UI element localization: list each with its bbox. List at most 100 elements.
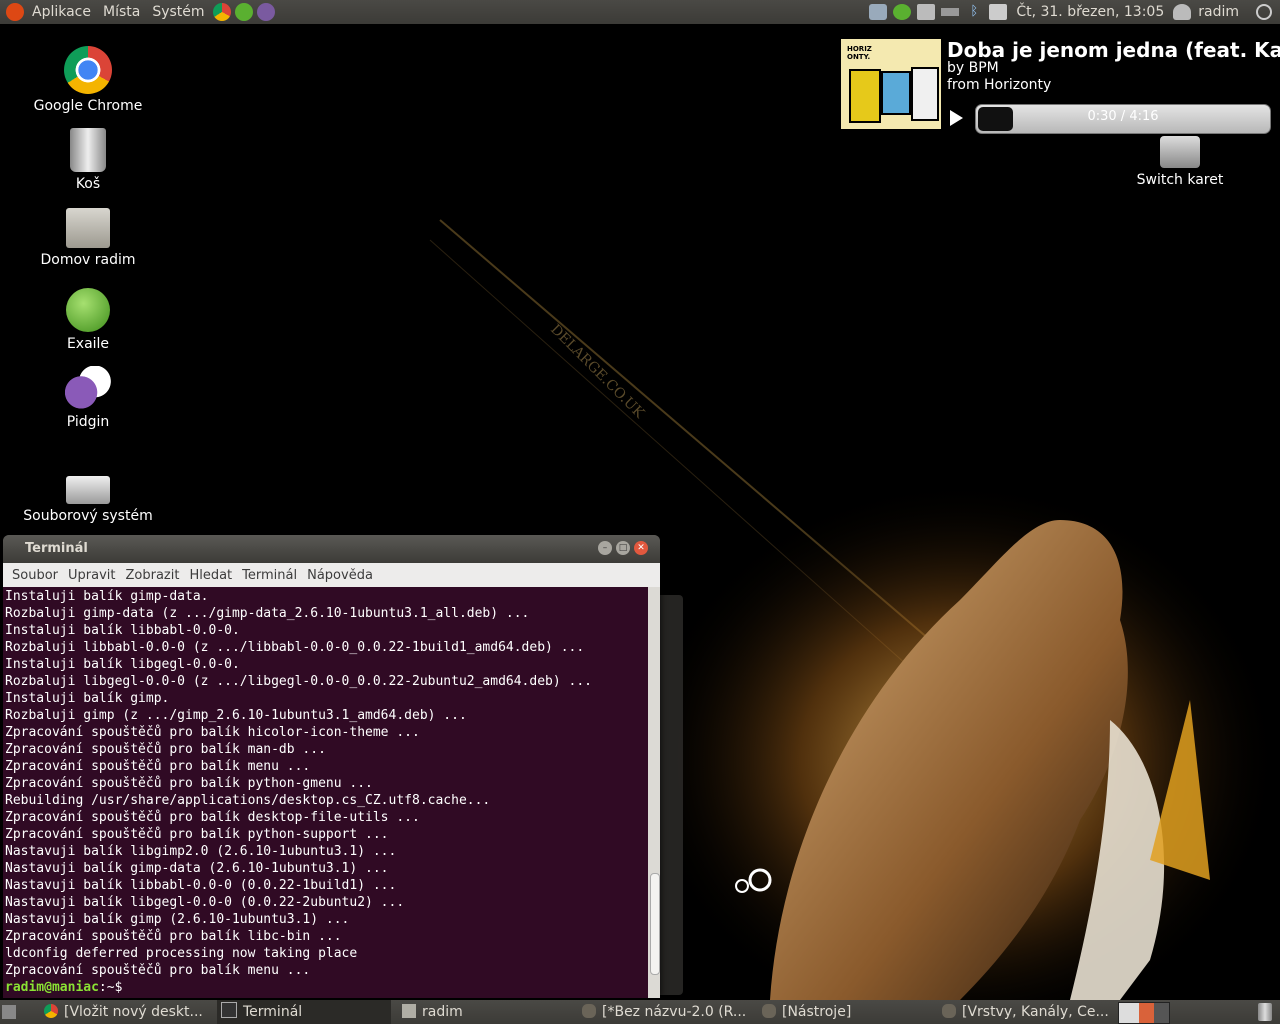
menu-applications[interactable]: Aplikace [26,0,97,24]
menu-edit[interactable]: Upravit [63,568,120,583]
desktop-icon-label: Google Chrome [33,98,143,114]
taskbar-item-label: radim [422,1004,463,1020]
terminal-line: Nastavuji balík gimp-data (2.6.10-1ubunt… [5,861,389,876]
desktop-icon-label: Pidgin [66,414,110,430]
gimp-icon [942,1004,956,1018]
terminal-line: Zpracování spouštěčů pro balík man-db ..… [5,742,326,757]
desktop-icon-filesystem[interactable]: Souborový systém [18,470,158,524]
terminal-output[interactable]: Instaluji balík gimp-data. Rozbaluji gimp… [3,587,648,998]
taskbar-item-chrome[interactable]: [Vložit nový deskt... [40,1000,215,1024]
terminal-icon [221,1002,237,1018]
terminal-titlebar[interactable]: Terminál – □ ✕ [3,535,660,563]
taskbar-item-label: Terminál [243,1004,303,1020]
show-desktop-icon[interactable] [2,1005,16,1019]
clock[interactable]: Čt, 31. březen, 13:05 [1010,4,1170,20]
drive-icon [66,476,110,504]
gimp-icon [762,1004,776,1018]
terminal-line: Nastavuji balík libgimp2.0 (2.6.10-1ubun… [5,844,397,859]
exaile-tray-icon[interactable] [893,4,912,20]
close-button[interactable]: ✕ [634,541,648,555]
terminal-line: Instaluji balík libbabl-0.0-0. [5,623,240,638]
menu-search[interactable]: Hledat [184,568,237,583]
taskbar-item-folder[interactable]: radim [398,1000,572,1024]
chrome-icon [64,46,112,94]
terminal-line: Instaluji balík gimp. [5,691,170,706]
terminal-menubar: Soubor Upravit Zobrazit Hledat Terminál … [3,563,660,587]
terminal-line: Zpracování spouštěčů pro balík python-su… [5,827,389,842]
terminal-line: Rozbaluji libbabl-0.0-0 (z .../libbabl-0… [5,640,585,655]
taskbar-item-gimp-image[interactable]: [*Bez názvu-2.0 (R... [578,1000,752,1024]
desktop-icon-switch-karet[interactable]: Switch karet [1110,136,1250,188]
desktop-icon-label: Koš [75,176,101,192]
desktop-icon-label: Switch karet [1136,172,1224,188]
terminal-line: Zpracování spouštěčů pro balík menu ... [5,759,311,774]
taskbar-item-gimp-tools[interactable]: [Nástroje] [758,1000,932,1024]
menu-terminal[interactable]: Terminál [237,568,302,583]
taskbar-item-label: [Nástroje] [782,1004,852,1020]
maximize-button[interactable]: □ [616,541,630,555]
now-playing-popup: HORIZ ONTY. Doba je jenom jedna (feat. K… [840,38,1280,134]
desktop-icon-home[interactable]: Domov radim [18,208,158,268]
menu-system[interactable]: Systém [146,0,210,24]
taskbar-item-terminal[interactable]: Terminál [217,1000,391,1024]
terminal-line: Zpracování spouštěčů pro balík desktop-f… [5,810,420,825]
menu-view[interactable]: Zobrazit [120,568,184,583]
terminal-line: Zpracování spouštěčů pro balík libc-bin … [5,929,342,944]
terminal-line: Instaluji balík libgegl-0.0-0. [5,657,240,672]
terminal-line: Rozbaluji libgegl-0.0-0 (z .../libgegl-0… [5,674,592,689]
folder-icon [402,1004,416,1018]
desktop-icon-chrome[interactable]: Google Chrome [18,46,158,114]
desktop-icon-trash[interactable]: Koš [18,128,158,192]
song-album: from Horizonty [947,77,1052,93]
album-art-title: HORIZ ONTY. [847,45,872,61]
pidgin-icon [65,366,111,410]
terminal-line: Nastavuji balík gimp (2.6.10-1ubuntu3.1)… [5,912,350,927]
menu-file[interactable]: Soubor [7,568,63,583]
power-icon[interactable] [1256,4,1272,20]
keyboard-icon[interactable] [941,8,960,16]
terminal-lines: Instaluji balík gimp-data. Rozbaluji gimp… [3,587,648,997]
trash-icon [70,128,106,172]
chrome-launcher-icon[interactable] [212,3,231,21]
terminal-line: ldconfig deferred processing now taking … [5,946,358,961]
terminal-window: Terminál – □ ✕ Soubor Upravit Zobrazit H… [3,535,660,998]
terminal-line: Zpracování spouštěčů pro balík menu ... [5,963,311,978]
taskbar-item-gimp-layers[interactable]: [Vrstvy, Kanály, Ce... [938,1000,1112,1024]
desktop-icon-pidgin[interactable]: Pidgin [18,366,158,430]
speaker-icon[interactable] [917,4,936,20]
ubuntu-logo-icon[interactable] [6,3,24,21]
terminal-line: Zpracování spouštěčů pro balík python-gm… [5,776,373,791]
pen-icon[interactable] [989,4,1008,20]
bluetooth-icon[interactable]: ᛒ [965,4,983,20]
song-progress-bar[interactable]: 0:30 / 4:16 [975,104,1271,134]
desktop-icon-label: Exaile [66,336,110,352]
workspace-switcher[interactable] [1118,1002,1170,1024]
terminal-line: Rebuilding /usr/share/applications/deskt… [5,793,491,808]
exaile-launcher-icon[interactable] [234,3,253,21]
scrollbar-thumb[interactable] [650,873,660,975]
menu-help[interactable]: Nápověda [302,568,378,583]
terminal-line: Instaluji balík gimp-data. [5,589,209,604]
play-icon[interactable] [950,110,963,126]
top-panel: Aplikace Místa Systém ᛒ Čt, 31. březen, … [0,0,1280,24]
minimize-button[interactable]: – [598,541,612,555]
menu-places[interactable]: Místa [97,0,146,24]
prompt-user: radim@maniac [5,980,99,995]
gimp-icon [582,1004,596,1018]
terminal-prompt[interactable]: radim@maniac:~$ [5,979,646,996]
desktop-icon-exaile[interactable]: Exaile [18,288,158,352]
terminal-scrollbar[interactable] [648,587,660,998]
song-time: 0:30 / 4:16 [1087,109,1159,124]
song-title: Doba je jenom jedna (feat. Kato) [947,38,1280,62]
user-icon[interactable] [1173,4,1192,20]
terminal-line: Rozbaluji gimp-data (z .../gimp-data_2.6… [5,606,530,621]
desktop-icon-label: Domov radim [40,252,136,268]
network-icon[interactable] [869,4,888,20]
exaile-icon [66,288,110,332]
trash-applet-icon[interactable] [1258,1003,1272,1021]
pidgin-launcher-icon[interactable] [256,3,275,21]
user-name[interactable]: radim [1194,4,1253,20]
terminal-line: Nastavuji balík libbabl-0.0-0 (0.0.22-1b… [5,878,397,893]
home-folder-icon [66,208,110,248]
terminal-line: Zpracování spouštěčů pro balík hicolor-i… [5,725,420,740]
